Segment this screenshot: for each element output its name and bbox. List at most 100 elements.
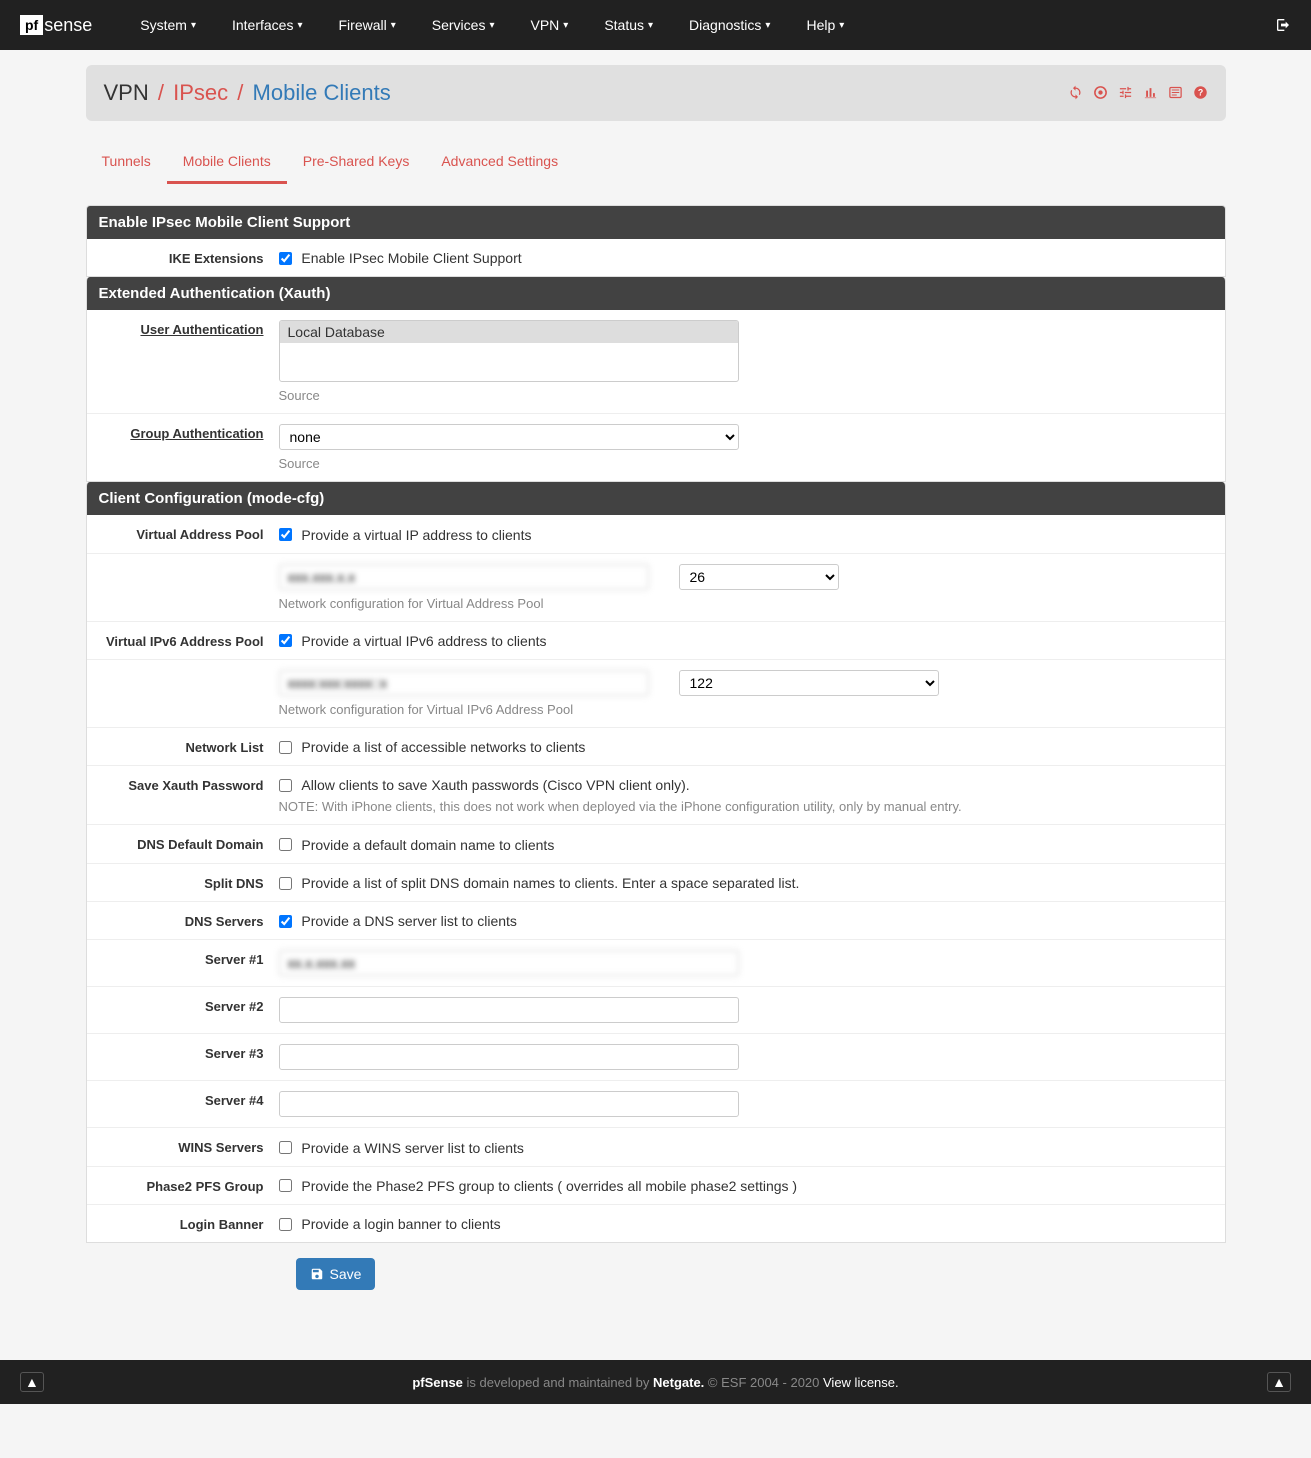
server2-input[interactable] (279, 997, 739, 1023)
dns-domain-checkbox[interactable] (279, 838, 292, 851)
breadcrumb-ipsec[interactable]: IPsec (173, 80, 228, 105)
top-navbar: pfsense System▾ Interfaces▾ Firewall▾ Se… (0, 0, 1311, 50)
pfs-checkbox[interactable] (279, 1179, 292, 1192)
pfs-label: Phase2 PFS Group (99, 1177, 279, 1194)
chart-icon[interactable] (1143, 84, 1158, 102)
xauth-save-label: Save Xauth Password (99, 776, 279, 793)
vap6-text: Provide a virtual IPv6 address to client… (301, 633, 546, 649)
user-auth-option[interactable]: Local Database (280, 321, 738, 343)
xauth-save-text: Allow clients to save Xauth passwords (C… (301, 777, 689, 793)
user-auth-help: Source (279, 388, 1213, 403)
tab-tunnels[interactable]: Tunnels (86, 141, 167, 184)
help-icon[interactable]: ? (1193, 84, 1208, 102)
vap6-network-input[interactable] (279, 670, 649, 696)
chevron-down-icon: ▾ (765, 20, 770, 31)
panel-enable: Enable IPsec Mobile Client Support IKE E… (86, 205, 1226, 277)
netlist-label: Network List (99, 738, 279, 755)
sliders-icon[interactable] (1118, 84, 1133, 102)
chevron-down-icon: ▾ (489, 20, 494, 31)
footer: ▲ pfSense is developed and maintained by… (0, 1360, 1311, 1404)
netlist-text: Provide a list of accessible networks to… (301, 739, 585, 755)
banner-text: Provide a login banner to clients (301, 1216, 500, 1232)
nav-status[interactable]: Status▾ (586, 17, 671, 33)
nav-vpn[interactable]: VPN▾ (512, 17, 586, 33)
footer-netgate: Netgate. (653, 1375, 704, 1390)
server2-label: Server #2 (99, 997, 279, 1014)
chevron-down-icon: ▾ (563, 20, 568, 31)
server4-input[interactable] (279, 1091, 739, 1117)
vap-checkbox[interactable] (279, 528, 292, 541)
log-icon[interactable] (1168, 84, 1183, 102)
nav-interfaces[interactable]: Interfaces▾ (214, 17, 321, 33)
panel-xauth: Extended Authentication (Xauth) User Aut… (86, 277, 1226, 482)
group-auth-select[interactable]: none (279, 424, 739, 450)
panel-enable-heading: Enable IPsec Mobile Client Support (87, 206, 1225, 239)
vap6-help: Network configuration for Virtual IPv6 A… (279, 702, 1213, 717)
ike-extensions-checkbox[interactable] (279, 252, 292, 265)
ike-extensions-label: IKE Extensions (99, 249, 279, 266)
group-auth-help: Source (279, 456, 1213, 471)
nav-services[interactable]: Services▾ (414, 17, 513, 33)
vap-label: Virtual Address Pool (99, 525, 279, 542)
user-auth-select[interactable]: Local Database (279, 320, 739, 382)
svg-text:?: ? (1197, 88, 1202, 98)
nav-system[interactable]: System▾ (122, 17, 214, 33)
panel-client-heading: Client Configuration (mode-cfg) (87, 482, 1225, 515)
server1-label: Server #1 (99, 950, 279, 967)
vap-mask-select[interactable]: 26 (679, 564, 839, 590)
logo[interactable]: pfsense (20, 15, 92, 36)
chevron-down-icon: ▾ (839, 20, 844, 31)
vap6-label: Virtual IPv6 Address Pool (99, 632, 279, 649)
breadcrumb-root: VPN (104, 80, 149, 105)
nav-firewall[interactable]: Firewall▾ (321, 17, 414, 33)
breadcrumb: VPN / IPsec / Mobile Clients (104, 80, 391, 106)
save-icon (310, 1267, 324, 1281)
wins-checkbox[interactable] (279, 1141, 292, 1154)
dns-servers-label: DNS Servers (99, 912, 279, 929)
vap-network-input[interactable] (279, 564, 649, 590)
scroll-top-left-icon[interactable]: ▲ (20, 1372, 44, 1392)
save-button[interactable]: Save (296, 1258, 376, 1290)
nav-help[interactable]: Help▾ (788, 17, 862, 33)
tab-mobile-clients[interactable]: Mobile Clients (167, 141, 287, 184)
tab-bar: Tunnels Mobile Clients Pre-Shared Keys A… (86, 141, 1226, 185)
chevron-down-icon: ▾ (648, 20, 653, 31)
ike-extensions-text: Enable IPsec Mobile Client Support (301, 250, 521, 266)
logout-icon[interactable] (1275, 16, 1291, 34)
breadcrumb-current[interactable]: Mobile Clients (253, 80, 391, 105)
xauth-save-checkbox[interactable] (279, 779, 292, 792)
split-dns-label: Split DNS (99, 874, 279, 891)
panel-xauth-heading: Extended Authentication (Xauth) (87, 277, 1225, 310)
dns-servers-text: Provide a DNS server list to clients (301, 913, 517, 929)
user-auth-label: User Authentication (99, 320, 279, 337)
header-action-icons: ? (1068, 84, 1208, 102)
stop-icon[interactable] (1093, 84, 1108, 102)
refresh-icon[interactable] (1068, 84, 1083, 102)
group-auth-label: Group Authentication (99, 424, 279, 441)
nav-diagnostics[interactable]: Diagnostics▾ (671, 17, 788, 33)
split-dns-checkbox[interactable] (279, 877, 292, 890)
dns-domain-label: DNS Default Domain (99, 835, 279, 852)
server3-label: Server #3 (99, 1044, 279, 1061)
vap-text: Provide a virtual IP address to clients (301, 527, 531, 543)
chevron-down-icon: ▾ (297, 20, 302, 31)
wins-text: Provide a WINS server list to clients (301, 1140, 524, 1156)
xauth-save-note: NOTE: With iPhone clients, this does not… (279, 799, 1213, 814)
netlist-checkbox[interactable] (279, 741, 292, 754)
pfs-text: Provide the Phase2 PFS group to clients … (301, 1178, 797, 1194)
dns-servers-checkbox[interactable] (279, 915, 292, 928)
tab-advanced[interactable]: Advanced Settings (425, 141, 574, 184)
page-header: VPN / IPsec / Mobile Clients ? (86, 65, 1226, 121)
server1-input[interactable] (279, 950, 739, 976)
chevron-down-icon: ▾ (191, 20, 196, 31)
server3-input[interactable] (279, 1044, 739, 1070)
chevron-down-icon: ▾ (391, 20, 396, 31)
banner-checkbox[interactable] (279, 1218, 292, 1231)
banner-label: Login Banner (99, 1215, 279, 1232)
vap6-checkbox[interactable] (279, 634, 292, 647)
vap6-mask-select[interactable]: 122 (679, 670, 939, 696)
footer-license-link[interactable]: View license. (823, 1375, 899, 1390)
dns-domain-text: Provide a default domain name to clients (301, 837, 554, 853)
scroll-top-right-icon[interactable]: ▲ (1267, 1372, 1291, 1392)
tab-preshared-keys[interactable]: Pre-Shared Keys (287, 141, 426, 184)
